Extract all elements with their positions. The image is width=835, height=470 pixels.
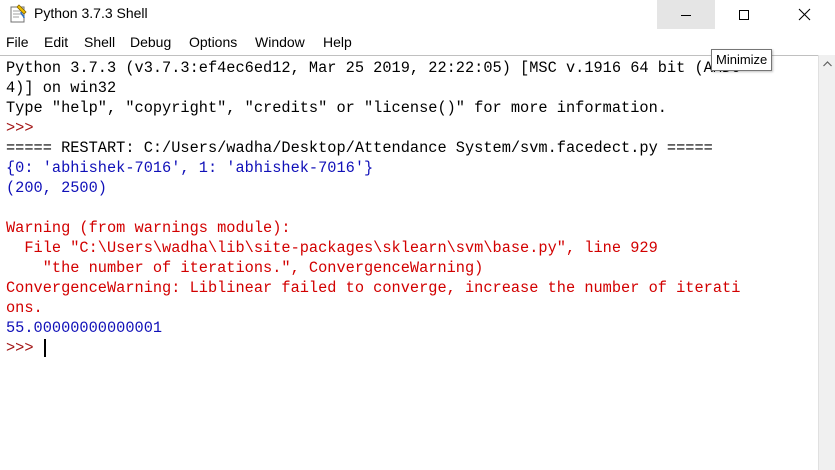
menu-help[interactable]: Help <box>323 34 352 50</box>
shell-error-line: ConvergenceWarning: Liblinear failed to … <box>6 279 741 297</box>
vertical-scrollbar[interactable] <box>818 55 835 470</box>
close-icon <box>798 8 810 21</box>
menu-file[interactable]: File <box>6 34 29 50</box>
shell-error-line: File "C:\Users\wadha\lib\site-packages\s… <box>6 239 658 257</box>
window-title: Python 3.7.3 Shell <box>34 5 148 21</box>
shell-prompt: >>> <box>6 339 43 357</box>
shell-prompt: >>> <box>6 119 43 137</box>
shell-line: 4)] on win32 <box>6 79 117 97</box>
shell-output-line: 55.00000000000001 <box>6 319 163 337</box>
shell-line: Type "help", "copyright", "credits" or "… <box>6 99 667 117</box>
menu-bar: File Edit Shell Debug Options Window Hel… <box>0 31 835 55</box>
shell-line: ===== RESTART: C:/Users/wadha/Desktop/At… <box>6 139 713 157</box>
menu-shell[interactable]: Shell <box>84 34 115 50</box>
menu-window[interactable]: Window <box>255 34 305 50</box>
shell-error-line: Warning (from warnings module): <box>6 219 291 237</box>
minimize-button[interactable] <box>657 0 715 29</box>
shell-text-area[interactable]: Python 3.7.3 (v3.7.3:ef4ec6ed12, Mar 25 … <box>0 55 818 470</box>
maximize-button[interactable] <box>715 0 773 29</box>
shell-error-line: ons. <box>6 299 43 317</box>
python-idle-icon <box>10 4 27 23</box>
shell-line: Python 3.7.3 (v3.7.3:ef4ec6ed12, Mar 25 … <box>6 59 741 77</box>
scroll-up-arrow-icon[interactable] <box>822 59 833 69</box>
title-bar: Python 3.7.3 Shell <box>0 0 835 29</box>
menu-edit[interactable]: Edit <box>44 34 68 50</box>
minimize-icon <box>681 14 691 16</box>
close-button[interactable] <box>773 0 835 29</box>
shell-output-line: {0: 'abhishek-7016', 1: 'abhishek-7016'} <box>6 159 374 177</box>
minimize-tooltip: Minimize <box>711 49 773 71</box>
text-cursor <box>44 339 46 357</box>
menu-debug[interactable]: Debug <box>130 34 171 50</box>
menu-options[interactable]: Options <box>189 34 237 50</box>
maximize-icon <box>739 9 749 20</box>
shell-error-line: "the number of iterations.", Convergence… <box>6 259 484 277</box>
shell-output-line: (200, 2500) <box>6 179 107 197</box>
